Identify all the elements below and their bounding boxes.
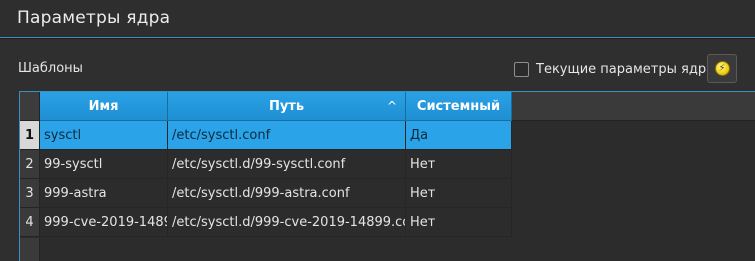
column-header-path[interactable]: Путь ^ [168,92,406,121]
row-number[interactable]: 3 [20,179,40,208]
title-bar: Параметры ядра [0,0,755,38]
cell-path[interactable]: /etc/sysctl.conf [168,121,406,150]
current-params-checkbox[interactable] [514,61,529,77]
templates-label: Шаблоны [18,61,83,76]
column-header-name[interactable]: Имя [40,92,168,121]
cell-path[interactable]: /etc/sysctl.d/999-cve-2019-14899.conf [168,208,406,237]
cell-system[interactable]: Да [406,121,512,150]
header-filler [512,92,755,121]
sort-ascending-icon: ^ [386,99,397,113]
cell-path[interactable]: /etc/sysctl.d/99-sysctl.conf [168,150,406,179]
window-title: Параметры ядра [17,8,171,28]
cell-system[interactable]: Нет [406,150,512,179]
cell-name[interactable]: sysctl [40,121,168,150]
cell-system[interactable]: Нет [406,179,512,208]
templates-table: Имя Путь ^ Системный 1 sysctl /etc/sysct… [19,91,755,261]
column-header-name-label: Имя [88,98,119,114]
cell-name[interactable]: 999-cve-2019-14899 [40,208,168,237]
column-header-system-label: Системный [416,98,501,114]
lightning-icon: ⚡ [714,61,730,76]
row-number[interactable]: 4 [20,208,40,237]
cell-name[interactable]: 99-sysctl [40,150,168,179]
cell-path[interactable]: /etc/sysctl.d/999-astra.conf [168,179,406,208]
column-header-path-label: Путь [268,98,305,114]
title-divider [0,38,755,39]
kernel-params-window: Параметры ядра Шаблоны Текущие параметры… [0,0,755,261]
table-corner [20,92,40,121]
current-params-label: Текущие параметры ядра [536,61,715,77]
column-header-system[interactable]: Системный [406,92,512,121]
row-number[interactable]: 1 [20,121,40,150]
apply-button[interactable]: ⚡ [707,54,737,83]
row-number-gutter [20,238,40,261]
cell-name[interactable]: 999-astra [40,179,168,208]
cell-system[interactable]: Нет [406,208,512,237]
current-params-toggle[interactable]: Текущие параметры ядра [514,60,714,78]
row-number[interactable]: 2 [20,150,40,179]
